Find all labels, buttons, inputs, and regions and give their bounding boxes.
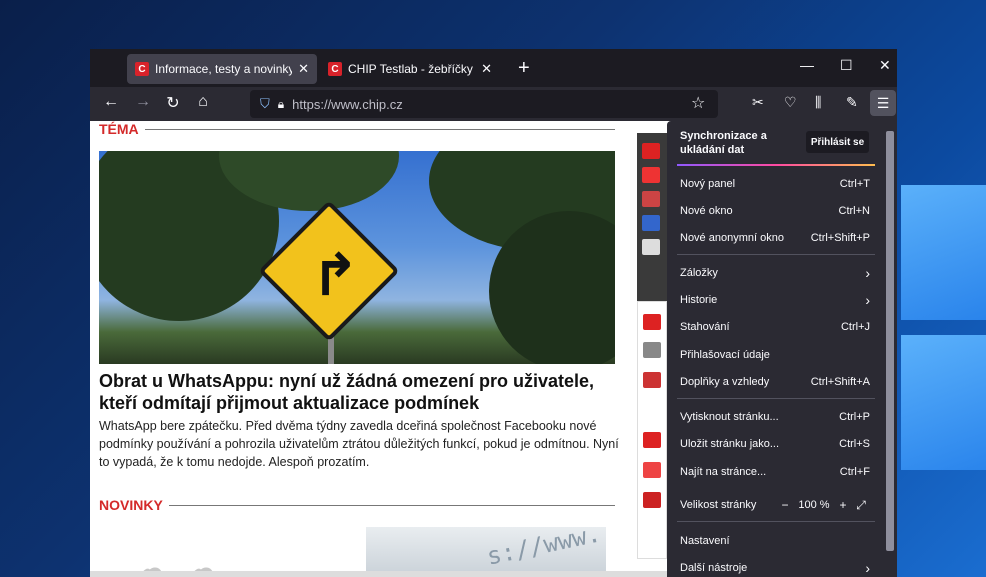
menu-item-label: Nové okno [680,205,733,217]
back-button[interactable]: ← [100,93,122,111]
library-icon[interactable]: ⫼ [815,94,821,111]
menu-item-private-window[interactable]: Nové anonymní okno Ctrl+Shift+P [680,230,870,246]
news-thumbnail[interactable]: s://www. [366,527,606,577]
menu-item-new-window[interactable]: Nové okno Ctrl+N [680,203,870,219]
menu-item-find[interactable]: Najít na stránce... Ctrl+F [680,464,870,480]
menu-item-shortcut: Ctrl+T [839,178,870,190]
article-headline[interactable]: Obrat u WhatsAppu: nyní už žádná omezení… [99,370,619,414]
menu-item-shortcut: Ctrl+F [839,466,870,478]
menu-item-shortcut: Ctrl+N [838,205,870,217]
sidebar-magazine-ad[interactable] [637,133,667,301]
menu-scrollbar[interactable] [883,121,897,577]
close-tab-icon[interactable]: ✕ [481,61,492,77]
menu-item-shortcut: Ctrl+Shift+P [810,232,870,244]
sign-in-button[interactable]: Přihlásit se [806,131,869,153]
menu-divider [677,254,875,255]
section-title: TÉMA [99,121,139,137]
bookmark-star-icon[interactable]: ☆ [691,93,705,113]
section-title: NOVINKY [99,497,163,513]
menu-item-shortcut: Ctrl+J [840,321,870,333]
menu-item-downloads[interactable]: Stahování Ctrl+J [680,319,870,335]
menu-divider [677,521,875,522]
menu-item-label: Historie [680,294,718,306]
tab-title: Informace, testy a novinky o ha [155,62,293,76]
article-hero-image[interactable]: ↱ [99,151,615,364]
fullscreen-icon[interactable]: ⤢ [852,498,870,513]
menu-item-label: Doplňky a vzhledy [680,376,770,388]
menu-item-shortcut: Ctrl+Shift+A [810,376,870,388]
sidebar-magazine-ad[interactable] [637,301,667,559]
tab-chip-testlab[interactable]: C CHIP Testlab - žebříčky & testy ✕ [320,54,500,84]
menu-item-more-tools[interactable]: Další nástroje › [680,560,870,576]
menu-item-label: Stahování [680,321,730,333]
menu-item-label: Nový panel [680,178,736,190]
section-header-novinky: NOVINKY [99,497,615,513]
zoom-controls: Velikost stránky − 100 % + ⤢ [680,497,870,513]
url-bar[interactable]: ⛉ 🔒︎ https://www.chip.cz [250,90,718,118]
menu-item-shortcut: Ctrl+P [839,411,870,423]
zoom-reset-button[interactable]: 100 % [794,499,834,511]
menu-item-label: Uložit stránku jako... [680,438,780,450]
menu-item-label: Nové anonymní okno [680,232,784,244]
tab-chip-home[interactable]: C Informace, testy a novinky o ha ✕ [127,54,317,84]
pocket-icon[interactable]: ♡ [784,94,797,111]
menu-item-addons[interactable]: Doplňky a vzhledy Ctrl+Shift+A [680,374,870,390]
menu-item-label: Najít na stránce... [680,466,767,478]
section-header-tema: TÉMA [99,121,615,137]
menu-item-history[interactable]: Historie › [680,292,870,308]
close-window-button[interactable]: ✕ [879,57,891,74]
chip-favicon-icon: C [328,62,342,76]
chip-favicon-icon: C [135,62,149,76]
maximize-button[interactable]: ☐ [840,57,853,74]
desktop-windows-logo [891,175,986,475]
new-tab-button[interactable]: + [518,57,530,80]
url-text[interactable]: https://www.chip.cz [292,97,403,112]
menu-item-passwords[interactable]: Přihlašovací údaje [680,347,870,363]
browser-window: C Informace, testy a novinky o ha ✕ C CH… [90,49,897,577]
zoom-in-button[interactable]: + [834,498,852,512]
horizontal-scrollbar[interactable] [90,571,670,577]
tab-bar: C Informace, testy a novinky o ha ✕ C CH… [90,49,897,87]
chevron-right-icon: › [865,292,870,308]
tab-title: CHIP Testlab - žebříčky & testy [348,62,475,76]
extension-icon[interactable]: ✎ [846,94,858,111]
screenshot-icon[interactable]: ✂ [752,94,764,111]
minimize-button[interactable]: — [800,57,814,73]
menu-item-shortcut: Ctrl+S [839,438,870,450]
close-tab-icon[interactable]: ✕ [298,61,309,77]
menu-item-label: Vytisknout stránku... [680,411,779,423]
menu-item-print[interactable]: Vytisknout stránku... Ctrl+P [680,409,870,425]
home-button[interactable]: ⌂ [192,93,214,111]
menu-divider [677,164,875,166]
menu-item-save-page[interactable]: Uložit stránku jako... Ctrl+S [680,436,870,452]
app-menu-panel: Synchronizace a ukládání dat Přihlásit s… [667,121,883,577]
sync-title: Synchronizace a ukládání dat [680,130,767,156]
article-perex: WhatsApp bere zpátečku. Před dvěma týdny… [99,419,619,469]
menu-item-label: Další nástroje [680,562,748,574]
lock-icon[interactable]: 🔒︎ [278,97,284,112]
menu-divider [677,398,875,399]
zoom-out-button[interactable]: − [776,498,794,512]
thumbnail-text: s://www. [484,527,604,571]
menu-item-label: Přihlašovací údaje [680,349,770,361]
menu-item-bookmarks[interactable]: Záložky › [680,265,870,281]
menu-item-new-tab[interactable]: Nový panel Ctrl+T [680,176,870,192]
menu-item-label: Nastavení [680,535,730,547]
zoom-label: Velikost stránky [680,499,757,511]
shield-icon[interactable]: ⛉ [260,96,270,112]
menu-item-label: Záložky [680,267,718,279]
menu-icon[interactable]: ☰ [870,90,896,116]
chevron-right-icon: › [865,265,870,281]
navigation-toolbar: ← → ↻ ⌂ ⛉ 🔒︎ https://www.chip.cz ☆ ✂ ♡ ⫼… [90,87,897,121]
chevron-right-icon: › [865,560,870,576]
forward-button[interactable]: → [132,93,154,111]
reload-button[interactable]: ↻ [162,93,184,113]
menu-item-settings[interactable]: Nastavení [680,533,870,549]
